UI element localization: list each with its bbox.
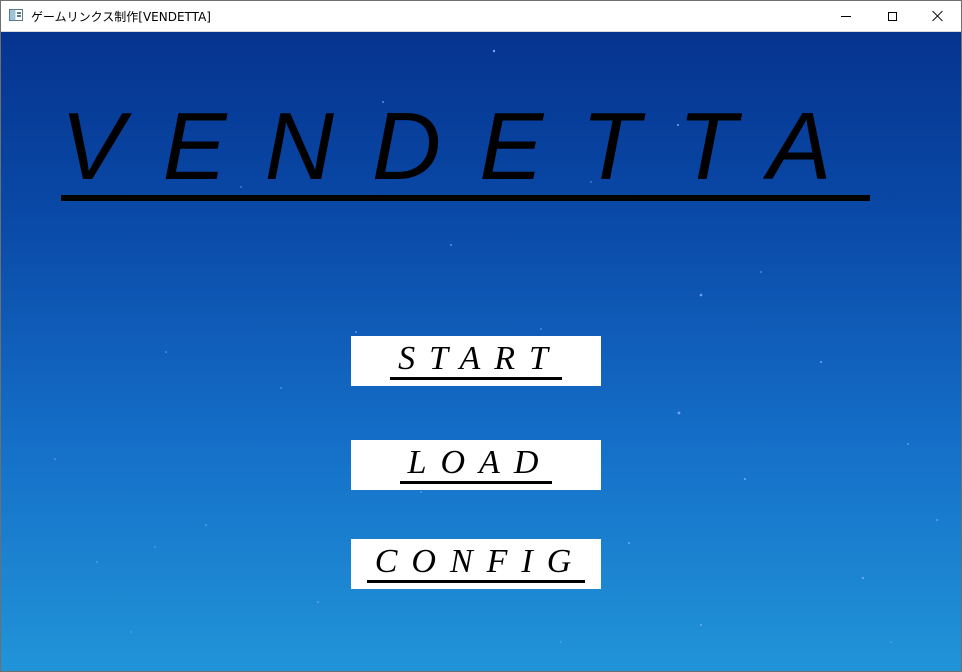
- game-screen: VENDETTA START LOAD CONFIG: [1, 32, 961, 671]
- app-window-icon[interactable]: [9, 9, 23, 21]
- start-button[interactable]: START: [351, 336, 601, 386]
- game-window: ゲームリンクス制作[VENDETTA] VENDETTA START LOAD …: [0, 0, 962, 672]
- start-button-label: START: [390, 342, 562, 380]
- minimize-button[interactable]: [823, 1, 869, 31]
- config-button[interactable]: CONFIG: [351, 539, 601, 589]
- close-icon: [932, 10, 944, 22]
- close-button[interactable]: [915, 1, 961, 31]
- game-title: VENDETTA: [60, 93, 870, 200]
- maximize-button[interactable]: [869, 1, 915, 31]
- config-button-label: CONFIG: [366, 545, 586, 583]
- maximize-icon: [887, 11, 897, 21]
- window-title: ゲームリンクス制作[VENDETTA]: [31, 10, 211, 24]
- load-button-label: LOAD: [399, 446, 553, 484]
- title-underline: [61, 195, 870, 201]
- minimize-icon: [841, 15, 851, 17]
- title-bar[interactable]: ゲームリンクス制作[VENDETTA]: [1, 1, 961, 32]
- load-button[interactable]: LOAD: [351, 440, 601, 490]
